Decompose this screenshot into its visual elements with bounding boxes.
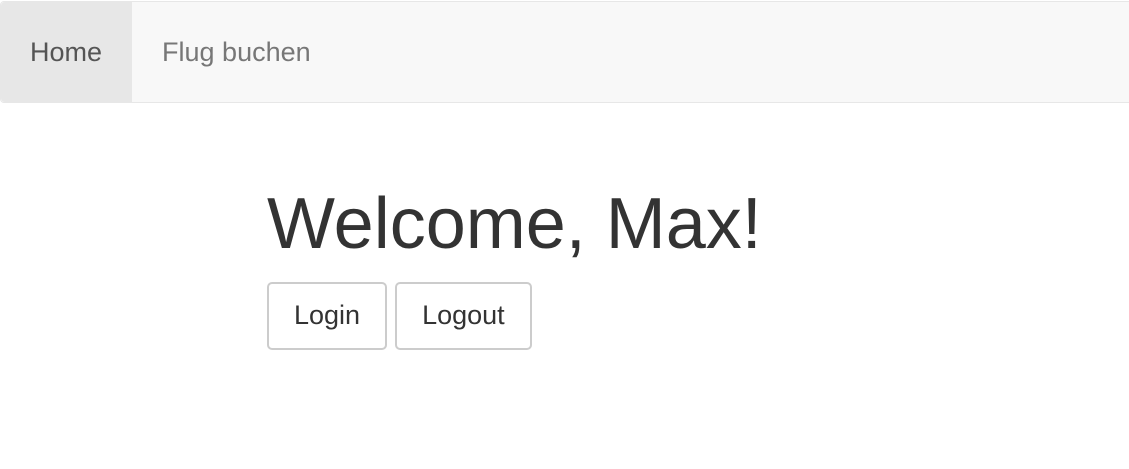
login-button[interactable]: Login	[267, 281, 388, 350]
nav-item-flug-buchen[interactable]: Flug buchen	[132, 2, 341, 102]
nav-item-home[interactable]: Home	[1, 2, 133, 102]
navbar: Home Flug buchen	[0, 1, 1129, 103]
button-group: Login Logout	[267, 281, 762, 350]
main-content: Welcome, Max! Login Logout	[267, 183, 762, 350]
logout-button[interactable]: Logout	[395, 281, 532, 350]
welcome-heading: Welcome, Max!	[267, 184, 762, 264]
